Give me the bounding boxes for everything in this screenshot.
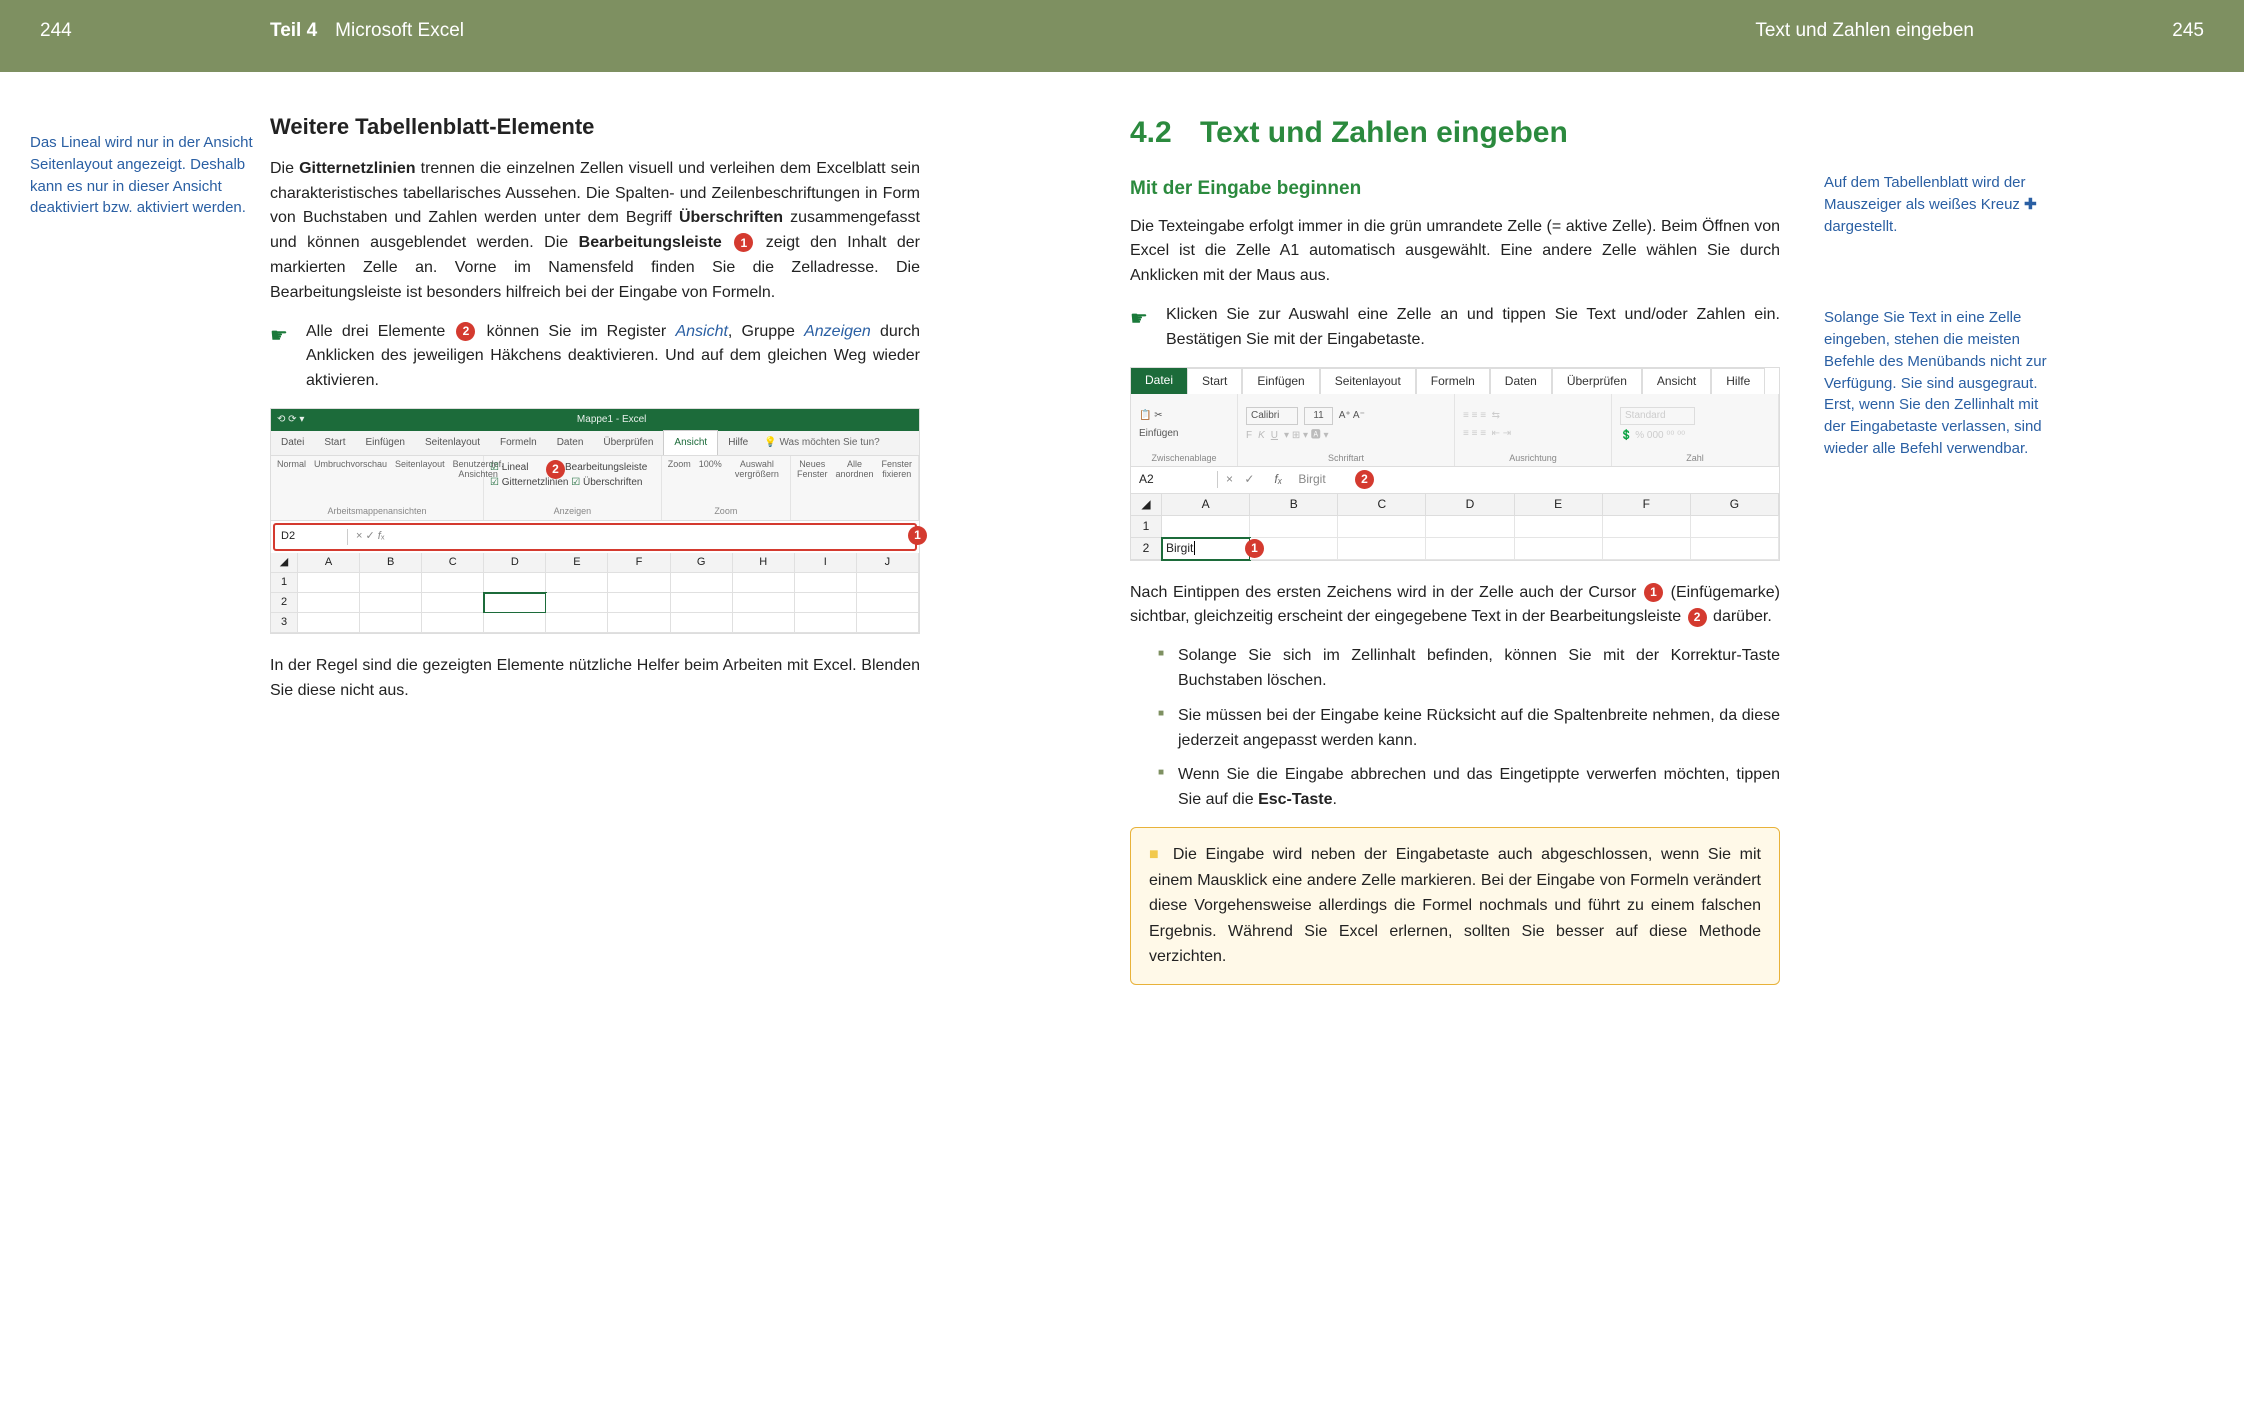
margin-note-right-1: Auf dem Tabellenblatt wird der Mauszeige… (1824, 172, 2050, 237)
section-heading: 4.2Text und Zahlen eingeben (1130, 112, 1780, 154)
excel-screenshot-eingabe: Datei Start Einfügen Seitenlayout Formel… (1130, 367, 1780, 561)
paragraph: Nach Eintippen des ersten Zeichens wird … (1130, 581, 1780, 631)
callout-2: 2 (456, 322, 475, 341)
page-number-left: 244 (40, 18, 165, 45)
subheading: Mit der Eingabe beginnen (1130, 176, 1780, 203)
excel-screenshot-ansicht: ⟲ ⟳ ▾ Mappe1 - Excel Datei Start Einfüge… (270, 408, 920, 634)
callout-1-img: 1 (1245, 539, 1264, 558)
tip-block: ☛ Alle drei Elemente 2 können Sie im Reg… (270, 320, 920, 394)
warning-note: Die Eingabe wird neben der Eingabetaste … (1130, 827, 1780, 985)
paragraph: Die Texteingabe erfolgt immer in die grü… (1130, 215, 1780, 289)
page-number-right: 245 (2079, 18, 2204, 45)
list-item: Solange Sie sich im Zellinhalt befinden,… (1158, 644, 1780, 694)
margin-note-right-2: Solange Sie Text in eine Zelle eingeben,… (1824, 307, 2050, 459)
bullet-list: Solange Sie sich im Zellinhalt befinden,… (1158, 644, 1780, 813)
tip-block: ☛ Klicken Sie zur Auswahl eine Zelle an … (1130, 303, 1780, 353)
pointer-icon: ☛ (270, 320, 298, 394)
callout-2: 2 (1688, 608, 1707, 627)
pointer-icon: ☛ (1130, 303, 1158, 353)
callout-2-img: 2 (1355, 470, 1374, 489)
callout-1: 1 (1644, 583, 1663, 602)
callout-1-img: 1 (908, 526, 927, 545)
list-item: Sie müssen bei der Eingabe keine Rücksic… (1158, 704, 1780, 754)
ribbon-tabs: Datei Start Einfügen Seitenlayout Formel… (271, 431, 919, 456)
cross-cursor-icon: ✚ (2024, 194, 2037, 216)
subheading: Weitere Tabellenblatt-Elemente (270, 112, 920, 143)
paragraph: In der Regel sind die gezeigten Elemente… (270, 654, 920, 704)
chapter-title-right: Text und Zahlen eingeben (1755, 18, 1974, 45)
list-item: Wenn Sie die Eingabe abbrechen und das E… (1158, 763, 1780, 813)
part-label: Teil 4 (270, 18, 317, 45)
formula-bar: D2 × ✓ fₓ (273, 523, 917, 551)
paragraph: Die Gitternetzlinien trennen die einzeln… (270, 157, 920, 306)
page-header: 244 Teil 4 Microsoft Excel Text und Zahl… (0, 0, 2244, 72)
callout-1: 1 (734, 233, 753, 252)
margin-note-left: Das Lineal wird nur in der Ansicht Seite… (30, 132, 256, 219)
part-title: Microsoft Excel (335, 18, 464, 45)
